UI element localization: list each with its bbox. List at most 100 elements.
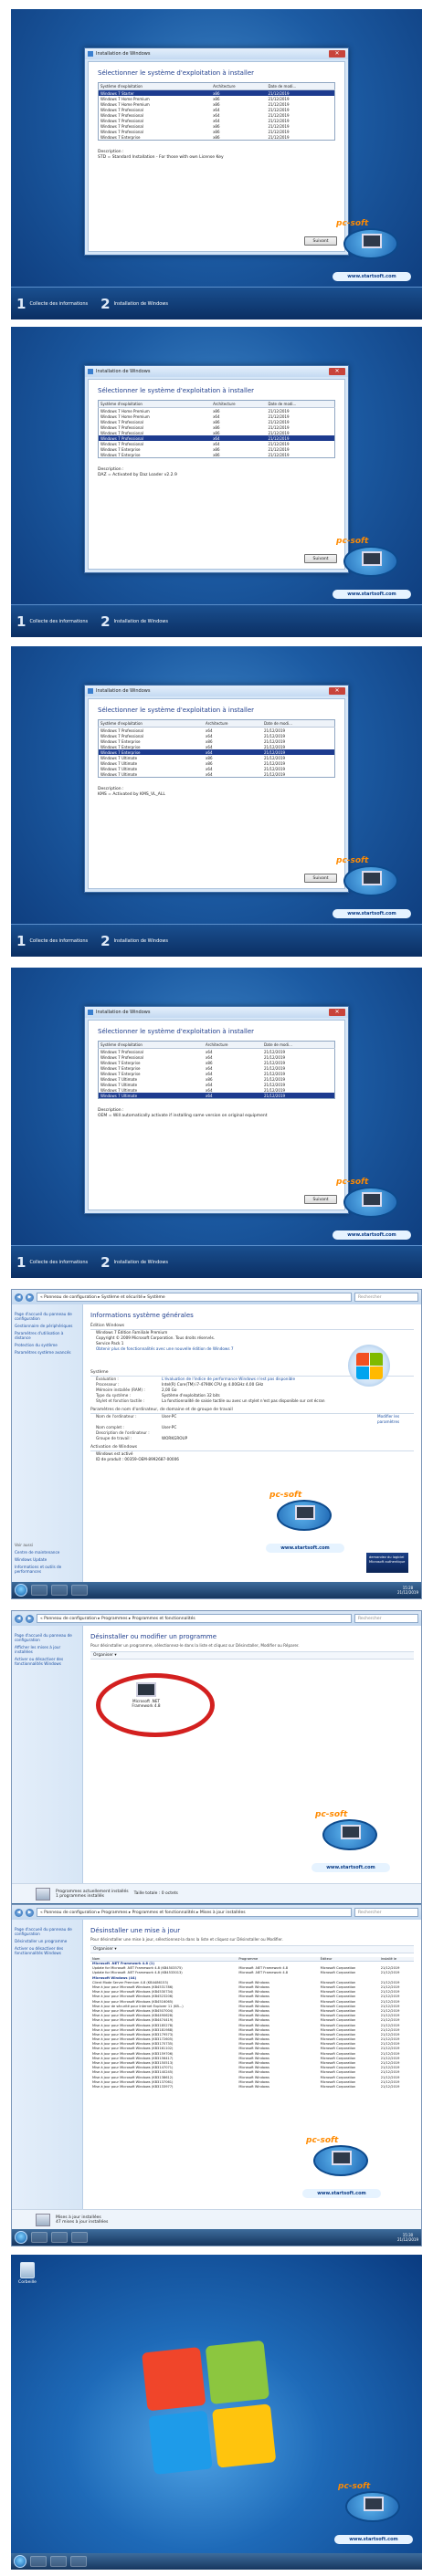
column-arch[interactable]: Architecture [211, 400, 267, 408]
genuine-badge[interactable]: demandez du logiciel Microsoft authentiq… [366, 1553, 408, 1573]
organize-button[interactable]: Organiser ▾ [90, 1945, 414, 1953]
sidebar-link-device-manager[interactable]: Gestionnaire de périphériques [15, 1324, 79, 1328]
taskbar-item-media[interactable] [71, 1585, 88, 1596]
page-title: Désinstaller ou modifier un programme [90, 1633, 217, 1640]
organize-button[interactable]: Organiser ▾ [90, 1651, 414, 1660]
sidebar-link-features[interactable]: Activer ou désactiver des fonctionnalité… [15, 1946, 79, 1955]
taskbar [11, 2553, 422, 2570]
table-row[interactable]: Mise à jour pour Microsoft Windows (KB31… [90, 2084, 414, 2089]
start-button[interactable] [15, 1584, 27, 1597]
sidebar-link-uninstall[interactable]: Désinstaller un programme [15, 1939, 79, 1943]
column-arch[interactable]: Architecture [204, 719, 262, 728]
os-row[interactable]: Windows 7 Ultimate x64 21/12/2019 [99, 771, 335, 778]
breadcrumb[interactable]: « Panneau de configuration ▸ Système et … [37, 1293, 352, 1302]
step-collect: 1 Collecte des informations [16, 295, 89, 312]
sidebar-link-performance[interactable]: Informations et outils de performances [15, 1565, 79, 1574]
sidebar-link-home[interactable]: Page d'accueil du panneau de configurati… [15, 1927, 79, 1936]
change-settings-link[interactable]: Modifier les paramètres [377, 1414, 414, 1425]
back-icon[interactable]: ◀ [15, 1614, 23, 1623]
forward-icon[interactable]: ▶ [26, 1293, 34, 1302]
column-os[interactable]: Système d'exploitation [98, 82, 212, 90]
os-row[interactable]: Windows 7 Enterprise x86 21/12/2019 [99, 452, 335, 458]
recycle-bin[interactable]: Corbeille [16, 2262, 38, 2285]
status-text: Programmes actuellement installés [56, 1889, 129, 1894]
close-icon[interactable]: ✕ [329, 1009, 345, 1016]
start-button[interactable] [14, 2555, 26, 2568]
programs-window: ◀ ▶ « Panneau de configuration ▸ Program… [11, 1610, 422, 1921]
sidebar-link-advanced[interactable]: Paramètres système avancés [15, 1350, 79, 1355]
dialog-titlebar: Installation de Windows ✕ [85, 48, 348, 59]
clock[interactable]: 15:28 21/12/2019 [397, 1586, 418, 1595]
dialog-titlebar: Installation de Windows ✕ [85, 1007, 348, 1018]
taskbar-item-explorer[interactable] [50, 2556, 67, 2567]
sidebar-link-windows-update[interactable]: Windows Update [15, 1557, 79, 1562]
column-os[interactable]: Système d'exploitation [98, 719, 205, 728]
column-date[interactable]: Date de modi... [266, 400, 335, 408]
search-input[interactable]: Rechercher [354, 1614, 418, 1623]
close-icon[interactable]: ✕ [329, 687, 345, 695]
watermark-logo: pc-soft www.startsoft.com [260, 1491, 348, 1555]
search-input[interactable]: Rechercher [354, 1908, 418, 1917]
taskbar-item-media[interactable] [70, 2556, 87, 2567]
sidebar-link-updates[interactable]: Afficher les mises à jour installées [15, 1645, 79, 1654]
close-icon[interactable]: ✕ [329, 368, 345, 375]
description: Description : OEM = Will automatically a… [98, 1108, 335, 1119]
dialog-title: Installation de Windows [96, 1010, 151, 1015]
dialog-heading: Sélectionner le système d'exploitation à… [98, 707, 255, 714]
taskbar-item-ie[interactable] [31, 1585, 48, 1596]
back-icon[interactable]: ◀ [15, 1908, 23, 1917]
dialog-heading: Sélectionner le système d'exploitation à… [98, 387, 255, 394]
setup-progress-bar: 1 Collecte des informations 2 Installati… [11, 1245, 422, 1278]
program-item[interactable]: Microsoft .NET Framework 4.8 [123, 1682, 169, 1708]
see-also-heading: Voir aussi [15, 1543, 34, 1547]
taskbar-item-ie[interactable] [31, 2232, 48, 2243]
column-arch[interactable]: Architecture [204, 1041, 262, 1049]
dialog-title: Installation de Windows [96, 369, 151, 374]
status-bar: Programmes actuellement installés 1 prog… [12, 1883, 421, 1903]
updates-window-screen: ◀ ▶ « Panneau de configuration ▸ Program… [11, 1904, 422, 2246]
desktop-screen: Corbeille pc-soft www.startsoft.com [11, 2255, 422, 2570]
column-date[interactable]: Date de modi... [261, 719, 335, 728]
description: Description : KMS = Activated by KMS_VL_… [98, 787, 335, 798]
forward-icon[interactable]: ▶ [26, 1614, 34, 1623]
sidebar-link-home[interactable]: Page d'accueil du panneau de configurati… [15, 1312, 79, 1321]
setup-dialog: Installation de Windows ✕ Sélectionner l… [84, 365, 349, 573]
os-row[interactable]: Windows 7 Enterprise x86 21/12/2019 [99, 134, 335, 141]
page-subtitle: Pour désinstaller une mise à jour, sélec… [90, 1937, 283, 1942]
column-os[interactable]: Système d'exploitation [98, 1041, 205, 1049]
dialog-titlebar: Installation de Windows ✕ [85, 686, 348, 696]
os-row[interactable]: Windows 7 Ultimate x64 21/12/2019 [98, 1093, 335, 1099]
status-bar: Mises à jour installées 47 mises à jour … [12, 2209, 421, 2229]
forward-icon[interactable]: ▶ [26, 1908, 34, 1917]
close-icon[interactable]: ✕ [329, 50, 345, 58]
windows-flag-icon [142, 2340, 282, 2480]
status-count: 1 programmes installés [56, 1893, 105, 1899]
clock[interactable]: 15:30 21/12/2019 [397, 2233, 418, 2242]
sidebar: Page d'accueil du panneau de configurati… [12, 1304, 83, 1582]
info-row: Nom de l'ordinateur : User-PC Modifier les… [90, 1414, 414, 1425]
search-input[interactable]: Rechercher [354, 1293, 418, 1302]
step-collect: 1 Collecte des informations [16, 932, 89, 949]
sidebar-link-protection[interactable]: Protection du système [15, 1343, 79, 1347]
sidebar-link-home[interactable]: Page d'accueil du panneau de configurati… [15, 1633, 79, 1642]
start-button[interactable] [15, 2231, 27, 2244]
sidebar-link-features[interactable]: Activer ou désactiver des fonctionnalité… [15, 1657, 79, 1666]
taskbar-item-media[interactable] [71, 2232, 88, 2243]
updates-table: Nom Programme Éditeur Installé le Microsoft… [90, 1957, 414, 2089]
breadcrumb[interactable]: « Panneau de configuration ▸ Programmes … [37, 1614, 352, 1623]
column-date[interactable]: Date de modi... [261, 1041, 335, 1049]
sidebar-link-remote[interactable]: Paramètres d'utilisation à distance [15, 1331, 79, 1340]
column-date[interactable]: Date de modi... [266, 82, 335, 90]
breadcrumb[interactable]: « Panneau de configuration ▸ Programmes … [37, 1908, 352, 1917]
setup-icon [88, 1010, 93, 1015]
taskbar-item-explorer[interactable] [51, 1585, 68, 1596]
taskbar-item-ie[interactable] [30, 2556, 47, 2567]
installer-icon [36, 1887, 50, 1901]
back-icon[interactable]: ◀ [15, 1293, 23, 1302]
sidebar-link-action-center[interactable]: Centre de maintenance [15, 1550, 79, 1555]
column-arch[interactable]: Architecture [211, 82, 267, 90]
column-os[interactable]: Système d'exploitation [98, 400, 212, 408]
step-collect: 1 Collecte des informations [16, 613, 89, 630]
taskbar-item-explorer[interactable] [51, 2232, 68, 2243]
step-install: 2 Installation de Windows [100, 1253, 169, 1271]
